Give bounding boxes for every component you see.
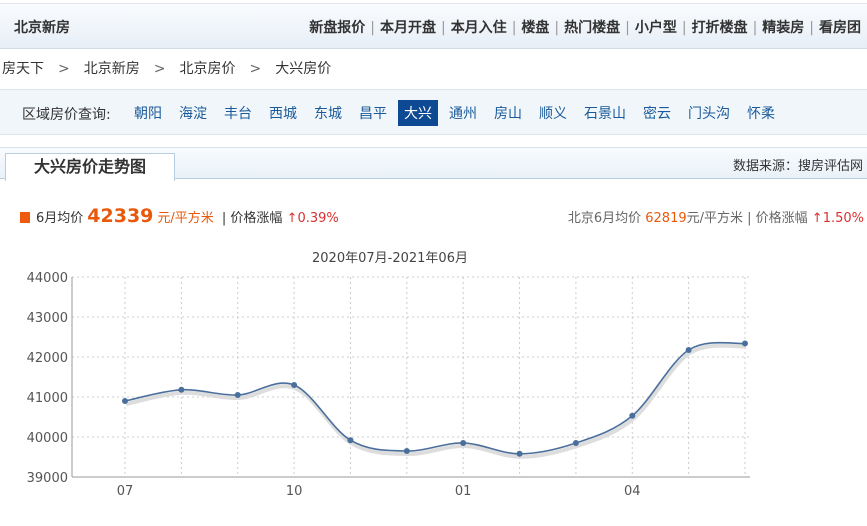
month-label: 6月均价: [36, 211, 84, 226]
y-tick-label: 40000: [27, 431, 68, 446]
data-point: [178, 386, 185, 393]
bj-price: 62819: [645, 211, 687, 226]
data-point: [347, 437, 354, 444]
data-point: [685, 347, 692, 353]
x-tick-label: 10: [286, 484, 303, 499]
nav-link[interactable]: 打折楼盘: [692, 20, 748, 36]
x-tick-label: 04: [624, 484, 641, 499]
top-nav: 北京新房 新盘报价 | 本月开盘 | 本月入住 | 楼盘 | 热门楼盘 | 小户型 | 打折楼盘 | 精装房…: [0, 3, 867, 49]
data-point: [234, 392, 241, 398]
tab-price-trend[interactable]: 大兴房价走势图: [5, 153, 175, 181]
x-tick-label: 07: [117, 484, 134, 499]
nav-separator: |: [440, 20, 446, 36]
nav-link[interactable]: 小户型: [635, 20, 677, 36]
nav-separator: |: [752, 20, 758, 36]
brand[interactable]: 北京新房: [14, 17, 70, 37]
area-filter-label: 区域房价查询:: [22, 107, 111, 123]
data-point: [516, 450, 523, 457]
avg-price: 42339: [87, 205, 154, 227]
area-item[interactable]: 西城: [263, 100, 303, 126]
chevron-right-icon: >: [249, 61, 262, 77]
area-item[interactable]: 通州: [443, 100, 483, 126]
series-shadow: [125, 343, 747, 459]
area-item[interactable]: 门头沟: [682, 100, 736, 126]
area-item[interactable]: 房山: [488, 100, 528, 126]
legend-square-icon: [20, 212, 30, 223]
breadcrumb-item[interactable]: 北京新房: [84, 61, 140, 77]
data-point: [742, 340, 748, 347]
nav-link[interactable]: 本月入住: [451, 20, 507, 36]
y-tick-label: 43000: [27, 311, 68, 326]
y-tick-label: 39000: [27, 471, 68, 486]
nav-separator: |: [809, 20, 814, 36]
price-trend-chart: 2020年07月-2021年06月 39000 40000 41000 42000 430…: [27, 251, 750, 499]
x-tick-label: 01: [455, 484, 472, 499]
bj-label: 北京6月均价: [567, 211, 642, 226]
area-item[interactable]: 顺义: [533, 100, 573, 126]
chevron-right-icon: >: [153, 61, 166, 77]
nav-link[interactable]: 看房团: [819, 20, 861, 36]
nav-separator: |: [511, 20, 517, 36]
area-item[interactable]: 怀柔: [741, 100, 781, 126]
area-item[interactable]: 海淀: [173, 100, 213, 126]
data-point: [403, 448, 410, 454]
area-item[interactable]: 大兴: [398, 100, 438, 126]
area-item[interactable]: 密云: [637, 100, 677, 126]
nav-separator: |: [681, 20, 687, 36]
breadcrumb-item[interactable]: 北京房价: [179, 61, 235, 77]
chart-title: 2020年07月-2021年06月: [312, 251, 468, 266]
data-point: [291, 382, 298, 388]
data-point: [122, 398, 128, 404]
area-item[interactable]: 丰台: [218, 100, 258, 126]
y-tick-label: 42000: [27, 351, 68, 366]
nav-link[interactable]: 本月开盘: [380, 20, 436, 36]
data-point: [572, 440, 579, 446]
nav-links: 新盘报价 | 本月开盘 | 本月入住 | 楼盘 | 热门楼盘 | 小户型 | 打折楼盘 | 精装房 | 看房团: [309, 17, 861, 37]
district-stat: 6月均价 42339 元/平方米 | 价格涨幅 ↑0.39%: [20, 205, 339, 227]
bj-unit: 元/平方米 | 价格涨幅: [686, 211, 808, 226]
nav-separator: |: [554, 20, 560, 36]
nav-link[interactable]: 精装房: [762, 20, 804, 36]
area-filter: 区域房价查询: 朝阳 海淀 丰台 西城 东城 昌平 大兴 通州 房山 顺义 石景山 密云 门头沟 怀柔: [0, 89, 867, 135]
chevron-right-icon: >: [58, 61, 70, 77]
beijing-stat: 北京6月均价 62819元/平方米 | 价格涨幅 ↑1.50%: [568, 207, 864, 226]
nav-link[interactable]: 新盘报价: [309, 20, 365, 36]
area-item[interactable]: 石景山: [578, 100, 632, 126]
nav-link[interactable]: 热门楼盘: [564, 20, 620, 36]
breadcrumb: 房天下 > 北京新房 > 北京房价 > 大兴房价: [2, 58, 331, 78]
nav-separator: |: [370, 20, 375, 36]
area-item[interactable]: 东城: [308, 100, 348, 126]
data-point: [629, 412, 636, 419]
bj-change: ↑1.50%: [811, 211, 864, 226]
y-tick-label: 41000: [27, 391, 68, 406]
data-source: 数据来源：搜房评估网: [732, 159, 863, 174]
nav-link[interactable]: 楼盘: [521, 20, 549, 36]
breadcrumb-item[interactable]: 大兴房价: [275, 61, 331, 77]
y-tick-label: 44000: [27, 271, 68, 286]
breadcrumb-item[interactable]: 房天下: [2, 61, 44, 77]
price-unit: 元/平方米: [157, 211, 214, 226]
area-list: 朝阳 海淀 丰台 西城 东城 昌平 大兴 通州 房山 顺义 石景山 密云 门头沟 怀柔: [128, 100, 786, 126]
nav-separator: |: [625, 20, 630, 36]
panel-header: 大兴房价走势图 数据来源：搜房评估网: [0, 147, 867, 181]
change-value: ↑0.39%: [286, 211, 339, 226]
change-label: | 价格涨幅: [221, 211, 283, 226]
area-item[interactable]: 昌平: [353, 100, 393, 126]
area-item[interactable]: 朝阳: [128, 100, 168, 126]
data-point: [460, 440, 467, 446]
